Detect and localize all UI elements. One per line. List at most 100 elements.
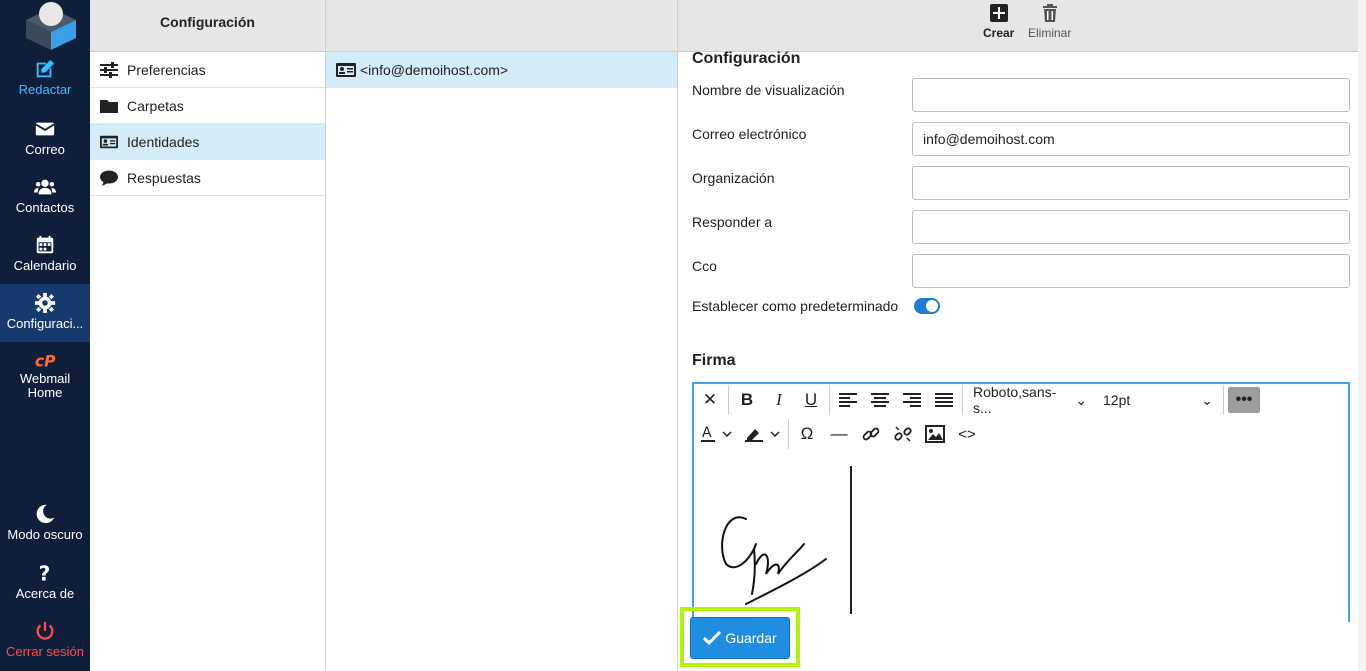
clear-format-button[interactable]: ✕	[694, 386, 726, 414]
font-size-value: 12pt	[1103, 392, 1131, 408]
justify-button[interactable]	[928, 386, 960, 414]
justify-icon	[935, 393, 953, 407]
more-icon: •••	[1235, 391, 1253, 408]
nav-settings-label: Configuraci...	[6, 317, 84, 331]
menu-item-preferences[interactable]: Preferencias	[90, 52, 325, 88]
email-input[interactable]	[912, 122, 1350, 156]
horizontal-line-button[interactable]: —	[823, 420, 855, 448]
menu-item-label: Preferencias	[127, 61, 206, 78]
trash-icon	[1042, 4, 1057, 22]
reply-to-label: Responder a	[692, 214, 773, 230]
save-label: Guardar	[725, 630, 777, 646]
special-char-button[interactable]: Ω	[791, 420, 823, 448]
nav-webmail-home[interactable]: cP Webmail Home	[0, 350, 90, 406]
bcc-label: Cco	[692, 258, 717, 274]
delete-label: Eliminar	[1028, 26, 1072, 40]
organization-label: Organización	[692, 170, 775, 186]
default-row: Establecer como predeterminado	[692, 294, 1352, 338]
editor-toolbar-row1: ✕ B I U Roboto,sans-s... ⌄ 12pt ⌄ •••	[694, 384, 1348, 416]
toolbar: Crear Eliminar	[678, 0, 1366, 52]
text-color-button[interactable]: A	[694, 420, 738, 448]
highlight-color-button[interactable]	[738, 420, 786, 448]
folder-icon	[100, 99, 118, 113]
nav-compose[interactable]: Redactar	[0, 58, 90, 116]
align-right-button[interactable]	[896, 386, 928, 414]
bcc-row: Cco	[692, 250, 1352, 294]
scrollbar[interactable]	[1358, 0, 1366, 671]
default-toggle[interactable]	[914, 298, 940, 314]
delete-button[interactable]: Eliminar	[1028, 4, 1071, 40]
nav-about-label: Acerca de	[15, 587, 75, 601]
roundcube-logo-icon[interactable]	[24, 0, 78, 50]
svg-text:cP: cP	[35, 353, 56, 371]
menu-item-responses[interactable]: Respuestas	[90, 160, 325, 196]
bold-button[interactable]: B	[731, 386, 763, 414]
moon-icon	[36, 504, 55, 524]
nav-about[interactable]: ? Acerca de	[0, 562, 90, 620]
email-row: Correo electrónico	[692, 118, 1352, 162]
align-center-button[interactable]	[864, 386, 896, 414]
nav-calendar-label: Calendario	[13, 259, 77, 273]
settings-menu-title: Configuración	[160, 14, 255, 30]
default-label: Establecer como predeterminado	[692, 298, 899, 314]
menu-item-label: Carpetas	[127, 97, 184, 114]
cpanel-logo-icon: cP	[35, 353, 56, 371]
power-icon	[36, 621, 54, 640]
nav-compose-label: Redactar	[18, 83, 72, 97]
envelope-icon	[35, 122, 55, 136]
identity-edit-panel: Crear Eliminar Configuración Nombre de v…	[678, 0, 1366, 671]
toolbar-separator	[788, 419, 789, 449]
organization-row: Organización	[692, 162, 1352, 206]
display-name-label: Nombre de visualización	[692, 82, 845, 98]
align-right-icon	[903, 393, 921, 407]
svg-text:A: A	[702, 425, 712, 441]
reply-to-input[interactable]	[912, 210, 1350, 244]
align-left-button[interactable]	[832, 386, 864, 414]
nav-dark-mode[interactable]: Modo oscuro	[0, 503, 90, 561]
checkmark-icon	[703, 630, 722, 646]
question-icon: ?	[39, 562, 51, 584]
insert-image-button[interactable]	[919, 420, 951, 448]
nav-settings[interactable]: Configuraci...	[0, 284, 90, 342]
font-family-select[interactable]: Roboto,sans-s... ⌄	[965, 384, 1095, 416]
nav-webmail-label: Webmail	[19, 372, 71, 386]
align-left-icon	[839, 393, 857, 407]
menu-item-folders[interactable]: Carpetas	[90, 88, 325, 124]
italic-icon: I	[776, 390, 782, 409]
svg-text:?: ?	[39, 562, 51, 584]
identity-row[interactable]: <info@demoihost.com>	[326, 52, 677, 88]
signature-image	[721, 516, 827, 605]
toolbar-separator	[829, 385, 830, 415]
signature-title: Firma	[692, 352, 736, 369]
display-name-row: Nombre de visualización	[692, 74, 1352, 118]
email-label: Correo electrónico	[692, 126, 807, 142]
source-code-button[interactable]: <>	[951, 420, 983, 448]
save-button[interactable]: Guardar	[690, 617, 790, 659]
identities-list-header	[326, 0, 677, 52]
underline-icon: U	[804, 390, 818, 409]
plus-square-icon	[989, 4, 1008, 22]
nav-contacts[interactable]: Contactos	[0, 176, 90, 234]
image-icon	[925, 425, 945, 443]
reply-to-row: Responder a	[692, 206, 1352, 250]
more-tools-button[interactable]: •••	[1228, 387, 1260, 413]
organization-input[interactable]	[912, 166, 1350, 200]
underline-button[interactable]: U	[795, 386, 827, 414]
remove-link-button[interactable]	[887, 420, 919, 448]
bcc-input[interactable]	[912, 254, 1350, 288]
create-button[interactable]: Crear	[983, 4, 1014, 40]
menu-item-identities[interactable]: Identidades	[90, 124, 325, 160]
identities-list-panel: <info@demoihost.com>	[326, 0, 678, 671]
nav-mail[interactable]: Correo	[0, 118, 90, 176]
text-cursor	[850, 466, 852, 614]
insert-link-button[interactable]	[855, 420, 887, 448]
settings-menu-header: Configuración	[90, 0, 325, 52]
link-icon	[862, 427, 880, 441]
font-size-select[interactable]: 12pt ⌄	[1095, 386, 1221, 414]
bold-icon: B	[740, 390, 754, 409]
display-name-input[interactable]	[912, 78, 1350, 112]
signature-editor: ✕ B I U Roboto,sans-s... ⌄ 12pt ⌄ ••• A …	[692, 382, 1350, 622]
italic-button[interactable]: I	[763, 386, 795, 414]
nav-logout[interactable]: Cerrar sesión	[0, 620, 90, 671]
menu-item-label: Respuestas	[127, 169, 201, 186]
